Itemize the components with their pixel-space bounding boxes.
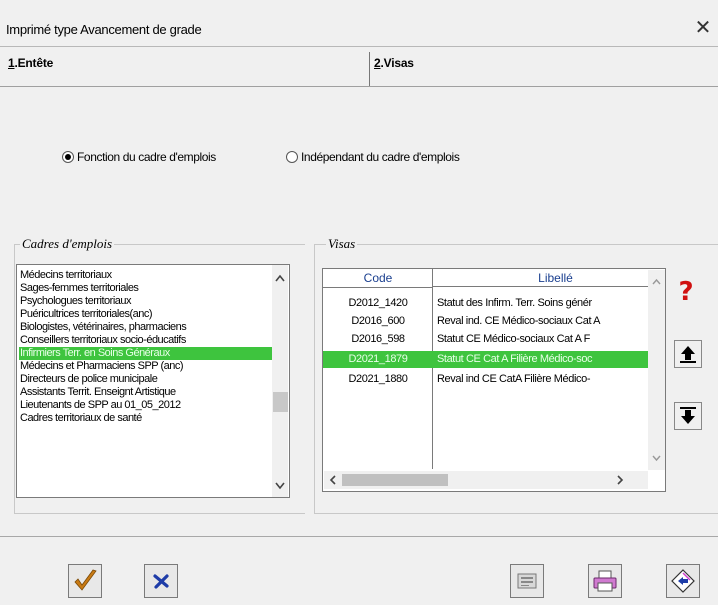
checkmark-icon — [74, 569, 97, 591]
list-item[interactable]: Conseillers territoriaux socio-éducatifs — [20, 334, 272, 347]
close-icon[interactable]: ✕ — [692, 16, 714, 40]
arrow-up-icon — [680, 346, 696, 363]
cadres-listbox[interactable]: Médecins territoriaux Sages-femmes terri… — [16, 264, 290, 498]
list-item-selected[interactable]: Infirmiers Terr. en Soins Généraux — [19, 347, 276, 360]
radio-checked-icon[interactable] — [62, 151, 74, 163]
column-header-libelle[interactable]: Libellé — [433, 269, 648, 287]
return-icon — [671, 569, 695, 593]
cell-libelle: Statut CE Médico-sociaux Cat A F — [437, 333, 590, 345]
radio-fonction-cadre[interactable]: Fonction du cadre d'emplois — [62, 148, 216, 166]
table-row-selected[interactable]: D2021_1879 Statut CE Cat A Filière Médic… — [323, 351, 648, 368]
list-item[interactable]: Puéricultrices territoriales(anc) — [20, 308, 272, 321]
card-button[interactable] — [510, 564, 544, 598]
return-button[interactable] — [666, 564, 700, 598]
bottom-divider — [0, 536, 718, 537]
radio-label: Fonction du cadre d'emplois — [77, 150, 216, 164]
cell-code: D2012_1420 — [348, 297, 408, 309]
cell-code: D2021_1879 — [348, 353, 408, 365]
list-item[interactable]: Psychologues territoriaux — [20, 295, 272, 308]
validate-button[interactable] — [68, 564, 102, 598]
table-row[interactable]: D2016_600 Reval ind. CE Médico-sociaux C… — [323, 313, 648, 330]
visas-legend: Visas — [326, 236, 358, 252]
tab-visas[interactable]: 2.Visas — [374, 56, 704, 76]
window-title: Imprimé type Avancement de grade — [6, 22, 202, 37]
card-icon — [517, 573, 537, 589]
visas-table[interactable]: Code Libellé D2012_1420 Statut des Infir… — [322, 268, 666, 492]
list-item[interactable]: Sages-femmes territoriales — [20, 282, 272, 295]
scrollbar-arrows-icon[interactable] — [272, 265, 288, 497]
question-mark-icon: ? — [678, 277, 694, 307]
cell-code: D2021_1880 — [348, 373, 408, 385]
list-item[interactable]: Assistants Territ. Enseignt Artistique — [20, 386, 272, 399]
cell-libelle: Reval ind. CE Médico-sociaux Cat A — [437, 315, 601, 327]
title-divider — [0, 46, 718, 47]
cadres-scroll-thumb[interactable] — [273, 392, 288, 412]
cell-libelle: Reval ind CE CatA Filière Médico- — [437, 373, 591, 385]
list-item[interactable]: Directeurs de police municipale — [20, 373, 272, 386]
move-down-button[interactable] — [674, 402, 702, 430]
table-row[interactable]: D2021_1880 Reval ind CE CatA Filière Méd… — [323, 371, 648, 388]
cross-icon — [153, 574, 169, 589]
arrow-down-icon — [680, 407, 696, 424]
table-row[interactable]: D2016_598 Statut CE Médico-sociaux Cat A… — [323, 331, 648, 348]
cadres-legend: Cadres d'emplois — [20, 236, 115, 252]
radio-independant-cadre[interactable]: Indépendant du cadre d'emplois — [286, 148, 460, 166]
cancel-button[interactable] — [144, 564, 178, 598]
cell-libelle: Statut des Infirm. Terr. Soins génér — [437, 297, 592, 309]
tab-bottom-line — [0, 86, 718, 87]
visas-horizontal-scrollbar[interactable] — [324, 471, 648, 489]
list-item[interactable]: Médecins et Pharmaciens SPP (anc) — [20, 360, 272, 373]
list-item[interactable]: Cadres territoriaux de santé — [20, 412, 272, 425]
column-header-code[interactable]: Code — [323, 269, 433, 288]
list-item[interactable]: Biologistes, vétérinaires, pharmaciens — [20, 321, 272, 334]
list-item[interactable]: Lieutenants de SPP au 01_05_2012 — [20, 399, 272, 412]
cadres-scrollbar[interactable] — [272, 265, 288, 497]
move-up-button[interactable] — [674, 340, 702, 368]
cell-code: D2016_598 — [351, 333, 405, 345]
visas-hscroll-thumb[interactable] — [342, 474, 448, 486]
cell-libelle: Statut CE Cat A Filière Médico-soc — [437, 353, 593, 365]
help-button[interactable]: ? — [672, 277, 700, 307]
tab-entete[interactable]: 1.Entête — [8, 56, 368, 76]
tab-separator — [369, 52, 370, 86]
printer-icon — [593, 570, 617, 592]
list-item[interactable]: Médecins territoriaux — [20, 269, 272, 282]
visas-vertical-scrollbar[interactable] — [648, 270, 665, 470]
table-row[interactable]: D2012_1420 Statut des Infirm. Terr. Soin… — [323, 295, 648, 312]
scrollbar-arrows-icon[interactable] — [648, 270, 665, 470]
cell-code: D2016_600 — [351, 315, 405, 327]
radio-label: Indépendant du cadre d'emplois — [301, 150, 460, 164]
radio-unchecked-icon[interactable] — [286, 151, 298, 163]
print-button[interactable] — [588, 564, 622, 598]
